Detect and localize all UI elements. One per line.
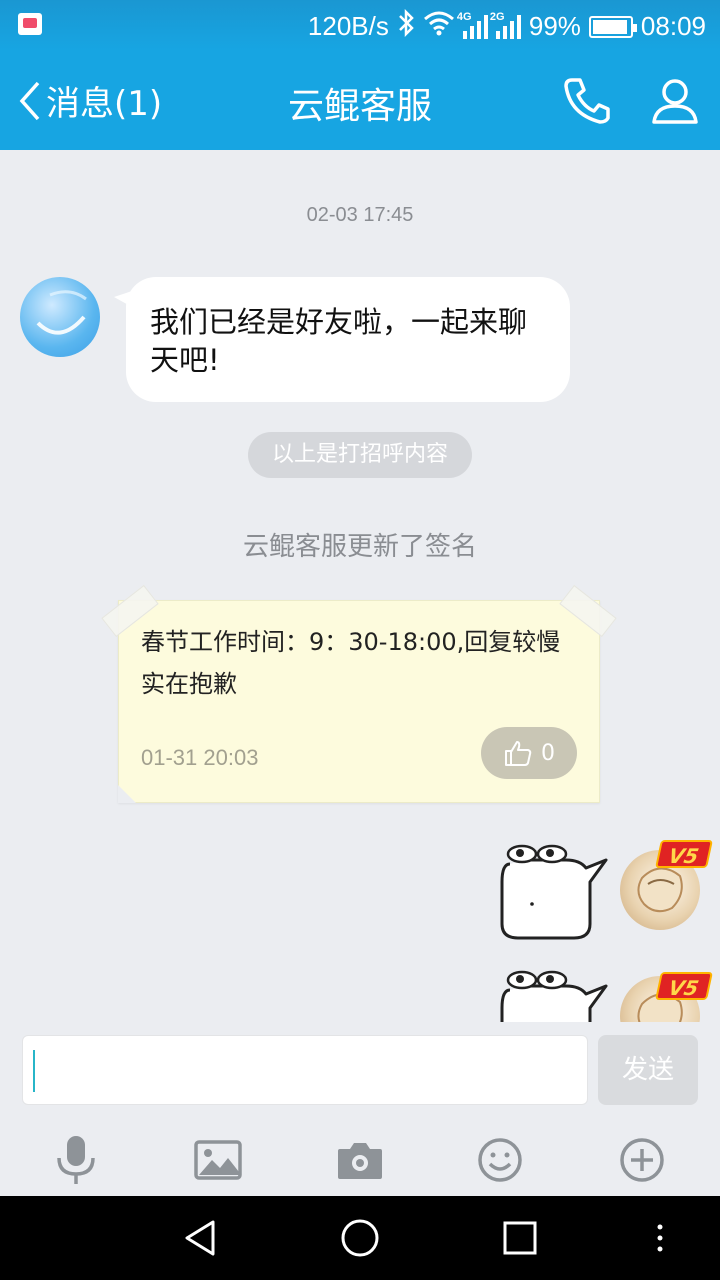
signature-note-card[interactable]: 春节工作时间：9：30-18:00,回复较慢实在抱歉 01-31 20:03 0: [101, 584, 617, 803]
nav-back-button[interactable]: [178, 1216, 222, 1260]
sticker-message[interactable]: [496, 842, 608, 942]
phone-icon: [564, 78, 610, 124]
text-caret: [33, 1050, 35, 1092]
vip-badge: V5: [655, 840, 713, 868]
status-indicators: 120B/s 4G 2G 99% 08:09: [307, 8, 706, 44]
signature-date: 01-31 20:03: [141, 745, 259, 770]
signal-4g-icon: 4G: [457, 11, 488, 39]
message-text: 我们已经是好友啦，一起来聊天吧!: [150, 305, 528, 377]
message-input[interactable]: [22, 1035, 588, 1105]
battery-percent: 99%: [528, 11, 581, 41]
image-icon: [194, 1140, 242, 1180]
chat-area[interactable]: 02-03 17:45 我们已经是好友啦，一起来聊天吧! 以上是打招呼内容 云鲲…: [0, 150, 720, 1022]
greeting-notice: 以上是打招呼内容: [248, 432, 472, 478]
camera-button[interactable]: [330, 1130, 390, 1190]
camera-icon: [338, 1143, 382, 1179]
image-button[interactable]: [188, 1130, 248, 1190]
plus-icon: [620, 1138, 664, 1182]
home-circle-icon: [341, 1219, 379, 1257]
incoming-message-bubble[interactable]: 我们已经是好友啦，一起来聊天吧!: [114, 277, 570, 402]
title-bar: 消息(1) 云鲲客服: [0, 50, 720, 150]
sticker-message[interactable]: [496, 968, 608, 1022]
nav-menu-button[interactable]: [638, 1216, 682, 1260]
system-nav-bar: [0, 1196, 720, 1280]
clock: 08:09: [640, 11, 706, 41]
more-button[interactable]: [612, 1130, 672, 1190]
status-bar: 120B/s 4G 2G 99% 08:09: [0, 0, 720, 50]
input-bar: 发送: [0, 1022, 720, 1122]
person-icon: [652, 79, 698, 124]
microphone-icon: [57, 1136, 95, 1184]
more-dots-icon: [657, 1224, 663, 1252]
signature-update-notice: 云鲲客服更新了签名: [242, 532, 477, 562]
thumbs-up-icon: [505, 741, 532, 766]
nav-recents-button[interactable]: [498, 1216, 542, 1260]
send-button[interactable]: 发送: [598, 1035, 698, 1105]
app-notification-icon: [18, 13, 42, 35]
recents-square-icon: [503, 1221, 537, 1255]
network-speed: 120B/s: [307, 11, 389, 41]
vip-badge: V5: [655, 972, 713, 1000]
note-fold: [118, 785, 136, 803]
input-toolbar: [0, 1122, 720, 1196]
nav-home-button[interactable]: [338, 1216, 382, 1260]
wifi-icon: [423, 10, 455, 43]
contact-avatar[interactable]: [20, 277, 100, 357]
voice-button[interactable]: [46, 1130, 106, 1190]
like-button[interactable]: 0: [481, 727, 577, 779]
signature-text: 春节工作时间：9：30-18:00,回复较慢实在抱歉: [141, 628, 561, 698]
emoji-icon: [478, 1138, 522, 1182]
bluetooth-icon: [397, 8, 415, 44]
call-button[interactable]: [560, 74, 614, 132]
battery-icon: [588, 15, 637, 38]
back-triangle-icon: [185, 1220, 215, 1256]
profile-button[interactable]: [648, 74, 702, 132]
message-timestamp: 02-03 17:45: [306, 204, 414, 226]
emoji-button[interactable]: [470, 1130, 530, 1190]
like-count: 0: [541, 740, 555, 766]
signal-2g-icon: 2G: [490, 11, 521, 39]
